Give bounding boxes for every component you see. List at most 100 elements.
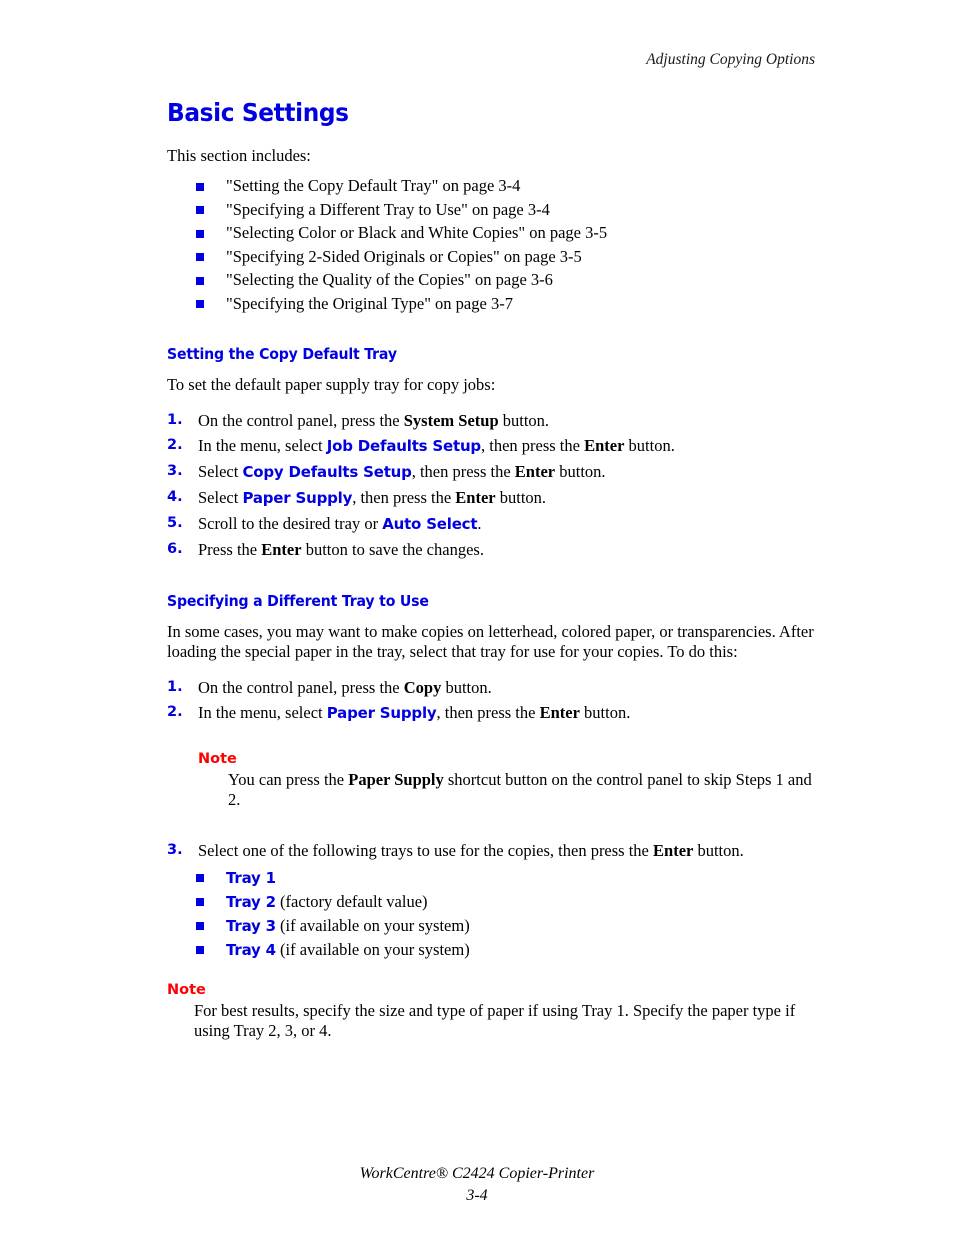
- step-text-pre: Select: [198, 462, 243, 482]
- step-text-post: button.: [579, 703, 631, 723]
- section-intro-text: This section includes:: [167, 146, 311, 166]
- step-item: 3. Select Copy Defaults Setup, then pres…: [167, 459, 827, 485]
- step-item: 3. Select one of the following trays to …: [167, 838, 827, 863]
- menu-term: Paper Supply: [326, 704, 437, 723]
- step-text-pre: In the menu, select: [198, 436, 327, 456]
- step-number: 2.: [167, 704, 183, 721]
- step-number: 1.: [167, 412, 183, 429]
- section2-lead-text: In some cases, you may want to make copi…: [167, 622, 814, 662]
- button-name: Enter: [514, 462, 556, 482]
- button-name: Paper Supply: [348, 770, 444, 790]
- square-bullet-icon: [196, 300, 204, 309]
- list-item[interactable]: "Specifying 2-Sided Originals or Copies"…: [167, 245, 827, 269]
- section2-steps-list: 1. On the control panel, press the Copy …: [167, 675, 827, 726]
- footer-product-name: WorkCentre® C2424 Copier-Printer: [359, 1165, 595, 1182]
- list-item[interactable]: Tray 4 (if available on your system): [167, 938, 827, 962]
- note-label: Note: [167, 982, 206, 999]
- list-item-label: "Specifying 2-Sided Originals or Copies"…: [226, 246, 582, 266]
- note-text-pre: You can press the: [228, 770, 349, 790]
- step-number: 3.: [167, 842, 183, 859]
- menu-term: Paper Supply: [242, 489, 353, 508]
- list-item[interactable]: "Specifying the Original Type" on page 3…: [167, 292, 827, 316]
- step-text-pre: Press the: [198, 540, 262, 560]
- step-text-post: button to save the changes.: [301, 540, 484, 560]
- step-text-pre: Select one of the following trays to use…: [198, 841, 654, 861]
- section-contents-list: "Setting the Copy Default Tray" on page …: [167, 174, 827, 315]
- list-item[interactable]: "Specifying a Different Tray to Use" on …: [167, 198, 827, 222]
- step-text-mid: , then press the: [411, 462, 515, 482]
- tray-note: (if available on your system): [275, 940, 470, 960]
- button-name: Enter: [261, 540, 302, 560]
- step-text-pre: Scroll to the desired tray or: [198, 514, 383, 534]
- step-text-post: button.: [555, 462, 606, 482]
- step-text-mid: , then press the: [352, 488, 456, 508]
- step-text-mid: , then press the: [436, 703, 540, 723]
- step-text-post: button.: [693, 841, 744, 861]
- list-item-label: "Selecting the Quality of the Copies" on…: [226, 270, 553, 290]
- button-name: Enter: [539, 703, 580, 723]
- step-item: 1. On the control panel, press the Syste…: [167, 408, 827, 433]
- step-number: 6.: [167, 541, 183, 558]
- note-text: You can press the Paper Supply shortcut …: [198, 770, 827, 810]
- tray-label: Tray 3: [226, 917, 276, 936]
- square-bullet-icon: [196, 229, 204, 238]
- note-label: Note: [198, 751, 237, 768]
- menu-term: Copy Defaults Setup: [242, 463, 412, 482]
- list-item[interactable]: "Selecting the Quality of the Copies" on…: [167, 268, 827, 292]
- list-item-label: "Specifying the Original Type" on page 3…: [226, 293, 513, 313]
- button-name: Enter: [584, 436, 625, 456]
- list-item[interactable]: Tray 3 (if available on your system): [167, 914, 827, 938]
- square-bullet-icon: [196, 276, 204, 285]
- step-item: 5. Scroll to the desired tray or Auto Se…: [167, 511, 827, 537]
- list-item-label: "Selecting Color or Black and White Copi…: [226, 223, 608, 243]
- list-item[interactable]: Tray 2 (factory default value): [167, 890, 827, 914]
- list-item[interactable]: "Setting the Copy Default Tray" on page …: [167, 174, 827, 198]
- step-number: 1.: [167, 679, 183, 696]
- square-bullet-icon: [196, 874, 204, 883]
- step-text-mid: , then press the: [480, 436, 585, 456]
- step-number: 2.: [167, 437, 183, 454]
- tray-label: Tray 1: [226, 869, 276, 888]
- step-text-pre: On the control panel, press the: [198, 678, 404, 698]
- square-bullet-icon: [196, 206, 204, 215]
- tray-note: (if available on your system): [275, 916, 470, 936]
- step-number: 3.: [167, 463, 183, 480]
- button-name: Enter: [455, 488, 496, 508]
- step-item: 4. Select Paper Supply, then press the E…: [167, 485, 827, 511]
- button-name: System Setup: [403, 411, 499, 431]
- step-number: 4.: [167, 489, 183, 506]
- page-content: Basic Settings This section includes: "S…: [167, 99, 827, 1041]
- footer-page-number: 3-4: [466, 1187, 488, 1204]
- step-text-pre: In the menu, select: [198, 703, 327, 723]
- section2-step3-list: 3. Select one of the following trays to …: [167, 838, 827, 863]
- step-text-post: button.: [441, 678, 492, 698]
- button-name: Enter: [653, 841, 694, 861]
- step-text-post: button.: [624, 436, 675, 456]
- square-bullet-icon: [196, 253, 204, 262]
- square-bullet-icon: [196, 898, 204, 907]
- note-block-best-results: Note For best results, specify the size …: [167, 981, 827, 1041]
- button-name: Copy: [403, 678, 442, 698]
- tray-label: Tray 4: [226, 941, 276, 960]
- step-text-post: .: [477, 514, 482, 534]
- note-block-shortcut: Note You can press the Paper Supply shor…: [198, 750, 827, 810]
- note-text: For best results, specify the size and t…: [194, 1001, 796, 1041]
- page-footer: WorkCentre® C2424 Copier-Printer 3-4: [0, 1163, 954, 1207]
- step-item: 2. In the menu, select Paper Supply, the…: [167, 700, 827, 726]
- list-item[interactable]: Tray 1: [167, 866, 827, 890]
- section1-lead-text: To set the default paper supply tray for…: [167, 375, 496, 395]
- list-item[interactable]: "Selecting Color or Black and White Copi…: [167, 221, 827, 245]
- step-text-pre: On the control panel, press the: [198, 411, 404, 431]
- menu-term: Job Defaults Setup: [326, 437, 481, 456]
- square-bullet-icon: [196, 922, 204, 931]
- square-bullet-icon: [196, 182, 204, 191]
